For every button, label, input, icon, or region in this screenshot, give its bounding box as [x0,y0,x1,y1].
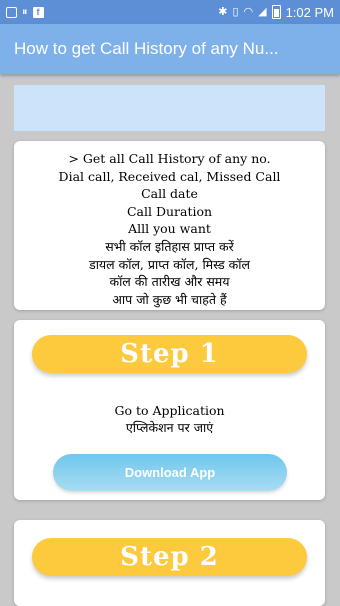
info-line: डायल कॉल, प्राप्त कॉल, मिस्ड कॉल [89,256,250,272]
info-line: Call Duration [126,203,213,219]
info-line: आप जो कुछ भी चाहते हैं [112,291,227,307]
wifi-icon: ◠ [243,5,254,18]
app-bar: How to get Call History of any Nu... [0,24,340,74]
vibrate-icon: ▯ [232,5,239,18]
bluetooth-icon: ✱ [218,5,228,18]
status-time: 1:02 PM [285,4,334,20]
status-bar: ⏸ f ✱ ▯ ◠ ◢ 1:02 PM [0,0,340,24]
notification-icon [6,6,17,18]
info-text: > Get all Call History of any no. Dial c… [14,141,325,308]
step1-badge: Step 1 [32,335,307,373]
info-line: कॉल की तारीख और समय [109,274,230,290]
info-line: Call date [141,186,198,202]
battery-icon [271,5,281,19]
step1-card: Step 1 Go to Application एप्लिकेशन पर जा… [14,320,325,500]
step1-desc-en: Go to Application [114,403,225,418]
status-right-icons: ✱ ▯ ◠ ◢ 1:02 PM [218,5,334,20]
app-title: How to get Call History of any Nu... [14,39,279,58]
info-card: > Get all Call History of any no. Dial c… [14,141,325,310]
facebook-icon: f [32,6,44,18]
step2-card: Step 2 [14,520,325,606]
info-line: Dial call, Received cal, Missed Call [58,168,281,184]
pause-icon: ⏸ [22,5,28,18]
info-line: > Get all Call History of any no. [68,151,271,166]
step1-desc-hi: एप्लिकेशन पर जाएं [125,420,214,435]
status-left-icons: ⏸ f [6,5,44,18]
step1-description: Go to Application एप्लिकेशन पर जाएं [14,402,325,436]
ad-banner[interactable] [14,85,325,131]
info-line: Alll you want [128,221,211,237]
step2-badge: Step 2 [32,538,307,576]
info-line: सभी कॉल इतिहास प्राप्त करें [105,238,234,254]
download-app-button[interactable]: Download App [53,454,287,491]
signal-icon: ◢ [258,5,267,18]
